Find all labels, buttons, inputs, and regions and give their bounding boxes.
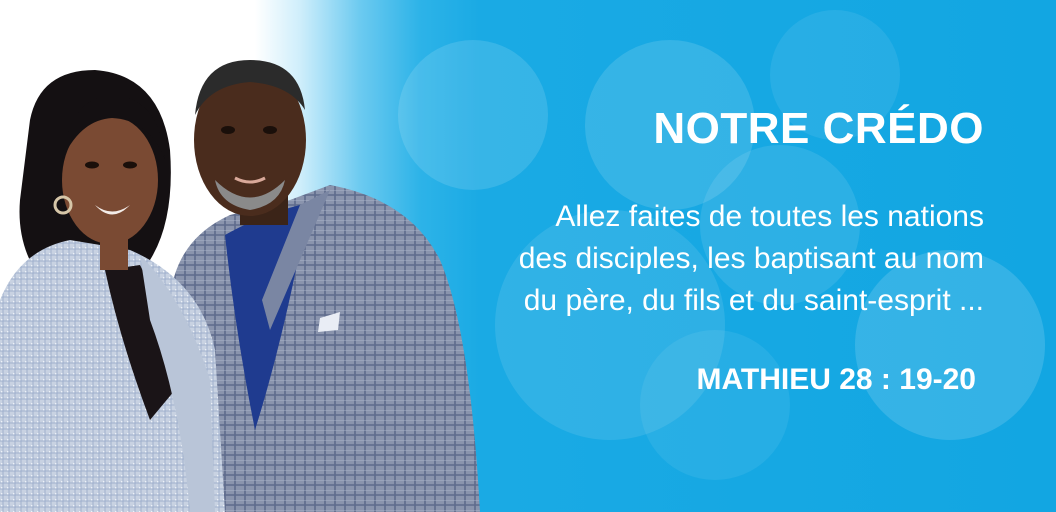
- scripture-reference: MATHIEU 28 : 19-20: [696, 363, 976, 396]
- verse-line: Allez faites de toutes les nations: [555, 200, 984, 233]
- page-title: NOTRE CRÉDO: [653, 104, 984, 153]
- verse-line: du père, du fils et du saint-esprit ...: [523, 284, 984, 317]
- decorative-circle: [640, 330, 790, 480]
- verse-line: des disciples, les baptisant au nom: [518, 242, 984, 275]
- verse-text: Allez faites de toutes les nations des d…: [364, 196, 984, 322]
- credo-banner: NOTRE CRÉDO Allez faites de toutes les n…: [0, 0, 1056, 512]
